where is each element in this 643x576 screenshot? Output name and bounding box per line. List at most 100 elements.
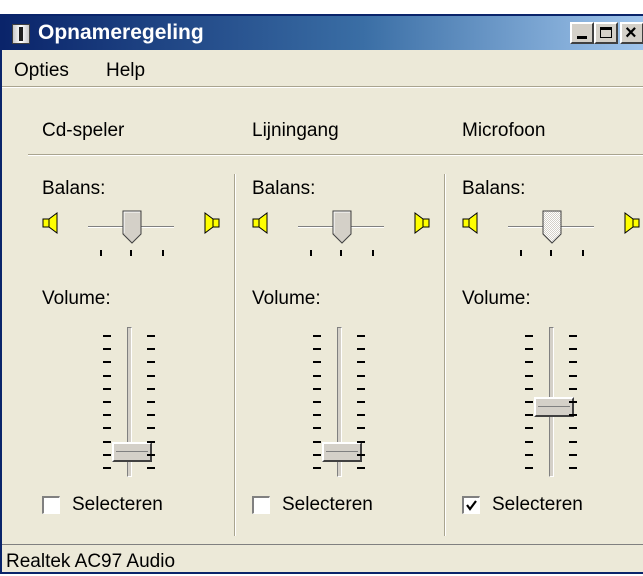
select-checkbox[interactable] bbox=[42, 496, 60, 514]
volume-tick bbox=[525, 401, 533, 403]
volume-tick bbox=[147, 335, 155, 337]
volume-label: Volume: bbox=[462, 288, 531, 309]
volume-tick bbox=[147, 467, 155, 469]
balance-label: Balans: bbox=[252, 178, 316, 199]
volume-tick bbox=[569, 467, 577, 469]
volume-tick bbox=[103, 348, 111, 351]
speaker-left-icon bbox=[462, 212, 478, 234]
volume-tick bbox=[147, 401, 155, 403]
volume-tick bbox=[313, 427, 321, 430]
volume-tick bbox=[569, 335, 577, 337]
minimize-button[interactable] bbox=[570, 22, 594, 44]
balance-slider-thumb[interactable] bbox=[332, 210, 352, 244]
channel-name-lijningang: Lijningang bbox=[252, 120, 339, 141]
volume-tick bbox=[525, 387, 533, 390]
volume-tick bbox=[103, 440, 111, 443]
volume-tick bbox=[357, 414, 365, 417]
status-bar: Realtek AC97 Audio bbox=[2, 544, 643, 576]
volume-tick bbox=[525, 414, 533, 417]
volume-tick bbox=[357, 361, 365, 364]
balance-label: Balans: bbox=[42, 178, 106, 199]
menu-opties[interactable]: Opties bbox=[14, 60, 69, 82]
speaker-right-icon bbox=[414, 212, 430, 234]
volume-tick bbox=[525, 361, 533, 364]
volume-tick bbox=[313, 440, 321, 443]
volume-tick bbox=[147, 348, 155, 351]
volume-tick bbox=[525, 348, 533, 351]
volume-tick bbox=[313, 374, 321, 377]
title-bar[interactable]: Opnameregeling × bbox=[2, 16, 643, 50]
volume-tick bbox=[103, 467, 111, 469]
volume-label: Volume: bbox=[252, 288, 321, 309]
volume-tick bbox=[569, 440, 577, 443]
volume-slider-thumb[interactable] bbox=[112, 442, 152, 463]
menu-divider bbox=[2, 86, 643, 88]
select-checkbox[interactable] bbox=[462, 496, 480, 514]
balance-tick bbox=[162, 250, 164, 256]
channel-divider bbox=[234, 174, 236, 536]
balance-tick bbox=[550, 250, 552, 256]
menu-help[interactable]: Help bbox=[106, 60, 145, 82]
check-icon bbox=[466, 500, 477, 511]
volume-tick bbox=[313, 335, 321, 337]
maximize-button[interactable] bbox=[594, 22, 618, 44]
close-icon: × bbox=[625, 22, 637, 44]
close-button[interactable]: × bbox=[620, 22, 643, 44]
volume-tick bbox=[525, 374, 533, 377]
volume-tick bbox=[313, 401, 321, 403]
volume-tick bbox=[313, 348, 321, 351]
volume-tick bbox=[313, 414, 321, 417]
window-title: Opnameregeling bbox=[38, 21, 204, 44]
volume-tick bbox=[569, 348, 577, 351]
volume-tick bbox=[357, 453, 365, 456]
volume-tick bbox=[569, 387, 577, 390]
volume-tick bbox=[357, 401, 365, 403]
volume-tick bbox=[569, 414, 577, 417]
volume-tick bbox=[357, 348, 365, 351]
volume-slider-thumb[interactable] bbox=[322, 442, 362, 463]
volume-tick bbox=[313, 387, 321, 390]
select-checkbox[interactable] bbox=[252, 496, 270, 514]
balance-tick bbox=[520, 250, 522, 256]
volume-tick bbox=[569, 453, 577, 456]
balance-slider-thumb[interactable] bbox=[122, 210, 142, 244]
speaker-right-icon bbox=[204, 212, 220, 234]
select-label[interactable]: Selecteren bbox=[72, 494, 163, 516]
header-divider bbox=[28, 154, 643, 156]
select-label[interactable]: Selecteren bbox=[492, 494, 583, 516]
channel-name-cd-speler: Cd-speler bbox=[42, 120, 125, 141]
balance-tick bbox=[582, 250, 584, 256]
select-label[interactable]: Selecteren bbox=[282, 494, 373, 516]
volume-tick bbox=[313, 453, 321, 456]
speaker-right-icon bbox=[624, 212, 640, 234]
menu-bar: Opties Help bbox=[2, 50, 643, 86]
volume-tick bbox=[103, 401, 111, 403]
recording-control-window: Opnameregeling × Opties Help Cd-speler L… bbox=[0, 14, 643, 574]
volume-slider-thumb[interactable] bbox=[534, 397, 574, 418]
balance-slider-thumb-disabled[interactable] bbox=[542, 210, 562, 244]
volume-tick bbox=[147, 440, 155, 443]
status-text: Realtek AC97 Audio bbox=[6, 551, 176, 572]
volume-tick bbox=[525, 335, 533, 337]
mixer-icon[interactable] bbox=[12, 24, 30, 44]
volume-tick bbox=[103, 414, 111, 417]
volume-tick bbox=[103, 361, 111, 364]
volume-tick bbox=[103, 374, 111, 377]
volume-tick bbox=[103, 335, 111, 337]
volume-tick bbox=[103, 387, 111, 390]
volume-tick bbox=[147, 374, 155, 377]
volume-tick bbox=[357, 467, 365, 469]
volume-tick bbox=[313, 467, 321, 469]
volume-tick bbox=[525, 427, 533, 430]
volume-tick bbox=[147, 361, 155, 364]
volume-tick bbox=[357, 440, 365, 443]
volume-tick bbox=[357, 374, 365, 377]
channel-name-microfoon: Microfoon bbox=[462, 120, 546, 141]
volume-tick bbox=[147, 427, 155, 430]
balance-tick bbox=[310, 250, 312, 256]
balance-label: Balans: bbox=[462, 178, 526, 199]
speaker-left-icon bbox=[252, 212, 268, 234]
volume-tick bbox=[525, 440, 533, 443]
volume-tick bbox=[313, 361, 321, 364]
volume-tick bbox=[147, 387, 155, 390]
